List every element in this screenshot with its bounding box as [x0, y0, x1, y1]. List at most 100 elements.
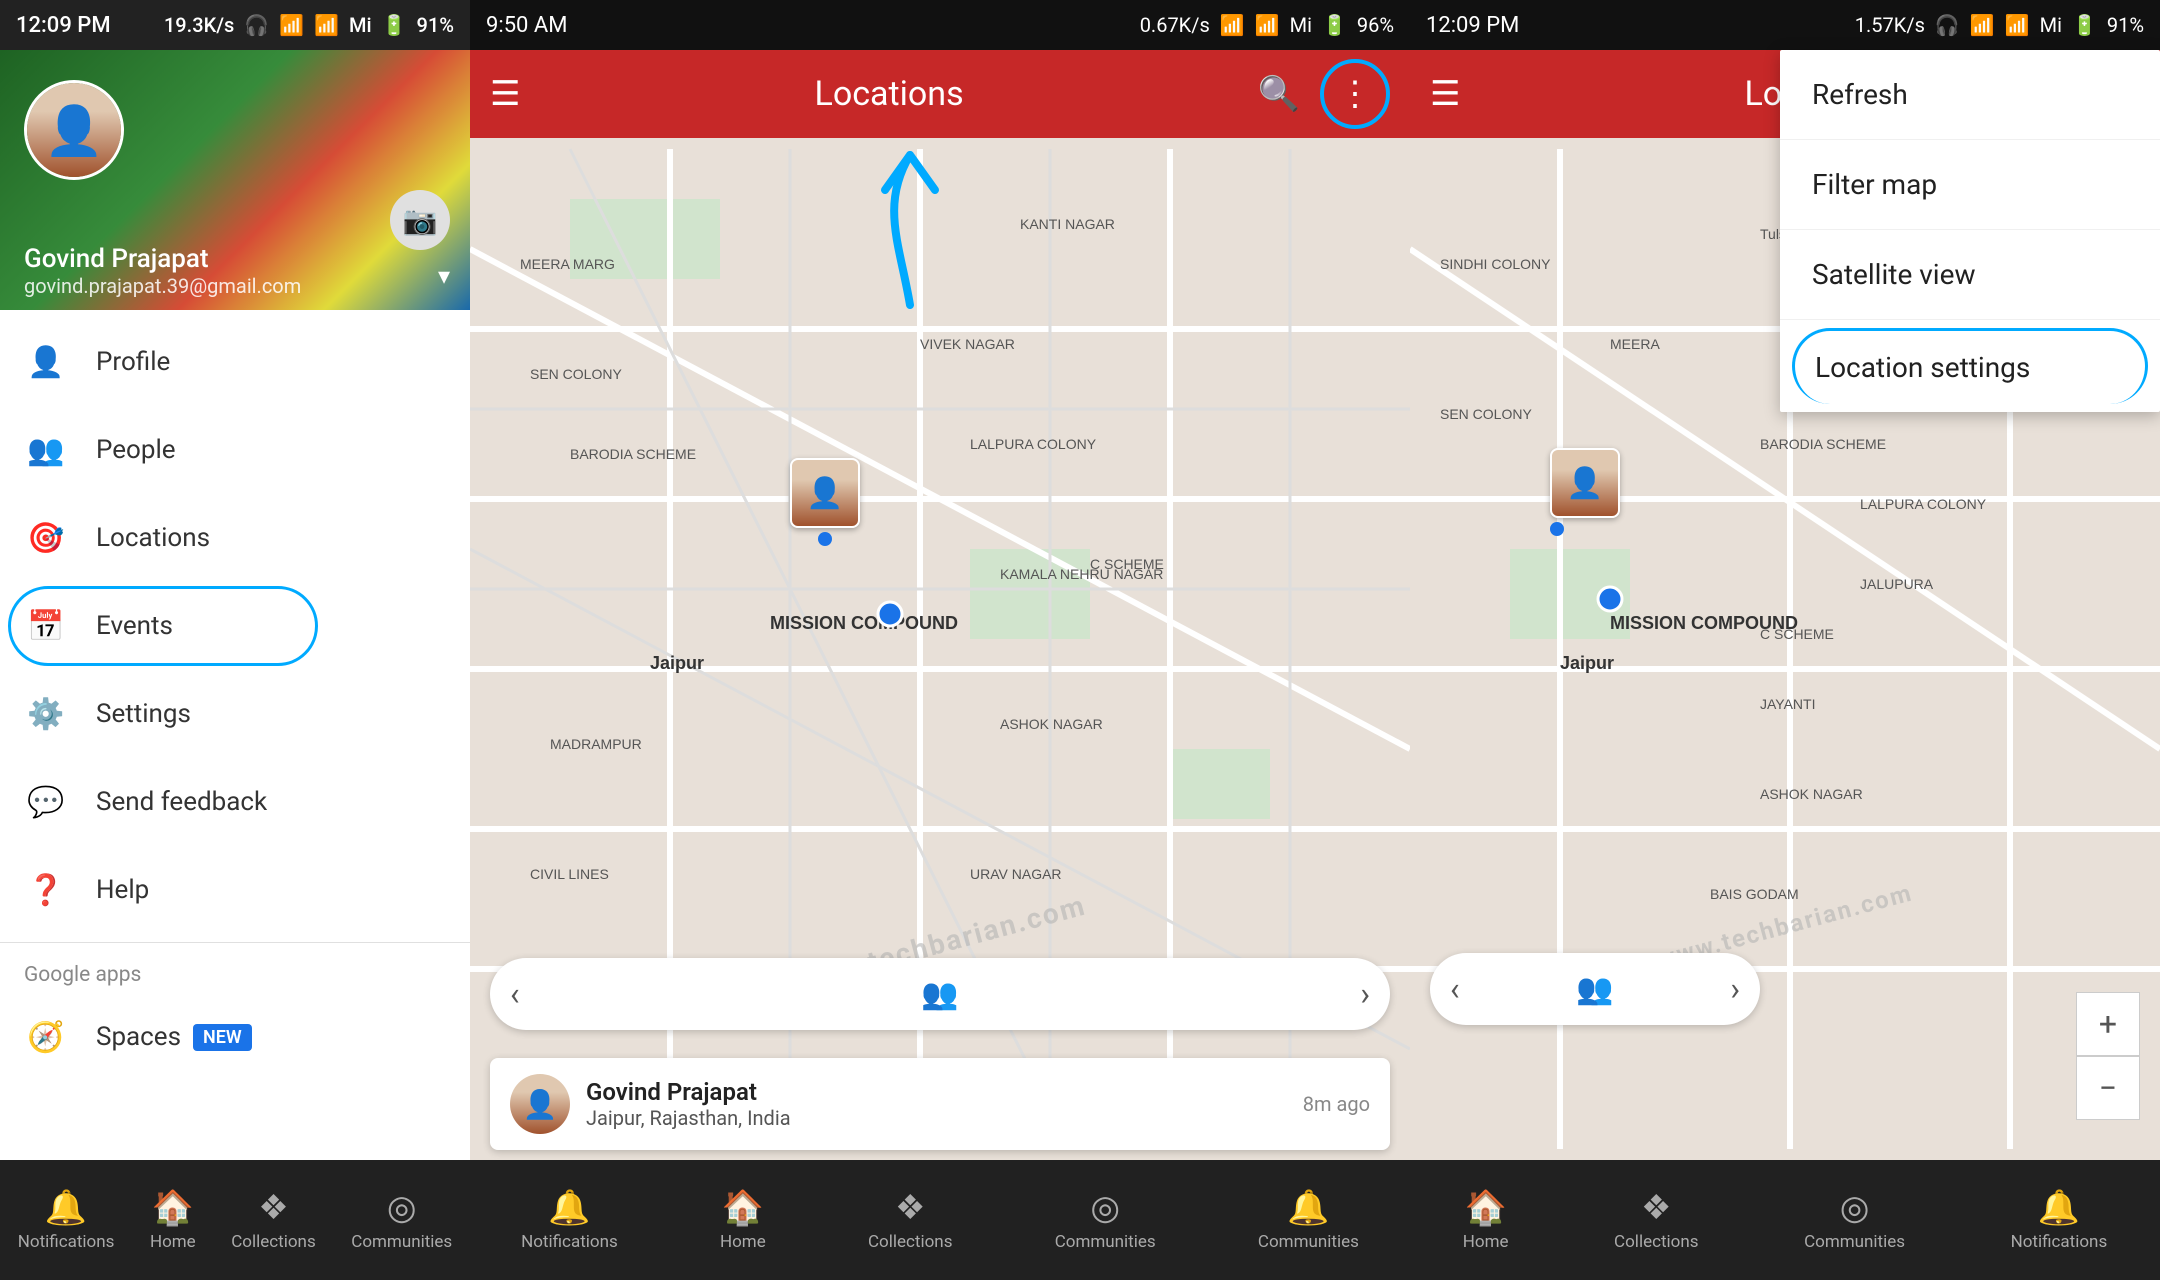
satellite-view-label: Satellite view	[1812, 258, 1976, 291]
sidebar-item-feedback[interactable]: 💬 Send feedback	[0, 758, 470, 846]
home-icon: 🏠	[152, 1188, 194, 1228]
signal-icon4: 📶	[2005, 13, 2030, 37]
map-bottom-nav-collections[interactable]: ❖ Collections	[868, 1188, 953, 1252]
zoom-out-button[interactable]: −	[2076, 1056, 2140, 1120]
svg-text:MEERA MARG: MEERA MARG	[520, 256, 615, 272]
map-bottom-nav-communities[interactable]: ◎ Communities	[1055, 1188, 1156, 1252]
svg-text:SINDHI COLONY: SINDHI COLONY	[1440, 256, 1551, 272]
map-status-right: 0.67K/s 📶 📶 Mi 🔋 96%	[1140, 13, 1394, 37]
sidebar-item-label: Events	[96, 611, 173, 641]
map-title: Locations	[540, 74, 1237, 114]
svg-text:MADRAMPUR: MADRAMPUR	[550, 736, 642, 752]
dropdown-item-refresh[interactable]: Refresh	[1780, 50, 2160, 140]
right-bottom-nav-home[interactable]: 🏠 Home	[1463, 1188, 1509, 1252]
map-menu-icon[interactable]: ☰	[490, 74, 520, 114]
dropdown-item-satellite-view[interactable]: Satellite view	[1780, 230, 2160, 320]
avatar-image: 👤	[27, 83, 121, 177]
collections-icon5: ❖	[1641, 1188, 1671, 1228]
refresh-label: Refresh	[1812, 78, 1908, 111]
map-panel: 9:50 AM 0.67K/s 📶 📶 Mi 🔋 96% ☰ Locations…	[470, 0, 1410, 1280]
dropdown-item-location-settings[interactable]: Location settings	[1792, 328, 2148, 404]
drawer-network: 19.3K/s	[164, 13, 234, 37]
map-time: 9:50 AM	[486, 13, 567, 38]
nav-prev-button[interactable]: ‹	[510, 975, 520, 1013]
sidebar-item-settings[interactable]: ⚙️ Settings	[0, 670, 470, 758]
home-icon3: 🏠	[722, 1188, 764, 1228]
right-bottom-nav-collections[interactable]: ❖ Collections	[1614, 1188, 1699, 1252]
bell-icon3: 🔔	[548, 1188, 590, 1228]
nav-next-button[interactable]: ›	[1360, 975, 1370, 1013]
right-time: 12:09 PM	[1426, 13, 1519, 38]
user-card-location: Jaipur, Rajasthan, India	[586, 1106, 1287, 1130]
right-battery: 91%	[2107, 13, 2144, 37]
bottom-nav-collections[interactable]: ❖ Collections	[231, 1188, 316, 1252]
dropdown-item-filter-map[interactable]: Filter map	[1780, 140, 2160, 230]
avatar: 👤	[24, 80, 124, 180]
map-bottom-nav-notifications[interactable]: 🔔 Notifications	[521, 1188, 618, 1252]
communities-icon: ◎	[387, 1188, 417, 1228]
drawer-carrier: Mi	[349, 13, 372, 37]
map-network: 0.67K/s	[1140, 13, 1210, 37]
google-apps-section: Google apps	[0, 951, 470, 993]
headphone-icon: 🎧	[244, 13, 269, 37]
bottom-nav-notifications[interactable]: 🔔 Notifications	[18, 1188, 115, 1252]
bottom-nav-label: Notifications	[18, 1232, 115, 1252]
svg-text:Jaipur: Jaipur	[650, 653, 704, 673]
map-status-bar: 9:50 AM 0.67K/s 📶 📶 Mi 🔋 96%	[470, 0, 1410, 50]
zoom-in-button[interactable]: +	[2076, 992, 2140, 1056]
sidebar-item-label: People	[96, 435, 176, 465]
bottom-nav-home[interactable]: 🏠 Home	[150, 1188, 196, 1252]
map-more-button[interactable]: ⋮	[1320, 59, 1390, 129]
user-card-time: 8m ago	[1303, 1092, 1370, 1116]
right-bottom-nav-communities[interactable]: ◎ Communities	[1804, 1188, 1905, 1252]
sidebar-item-locations[interactable]: 🎯 Locations	[0, 494, 470, 582]
sidebar-item-profile[interactable]: 👤 Profile	[0, 318, 470, 406]
map-carrier: Mi	[1290, 13, 1312, 37]
svg-text:CIVIL LINES: CIVIL LINES	[530, 866, 609, 882]
account-dropdown-arrow[interactable]: ▾	[438, 262, 450, 290]
svg-text:JALUPURA: JALUPURA	[1860, 576, 1934, 592]
location-settings-label: Location settings	[1815, 351, 2030, 384]
right-menu-icon[interactable]: ☰	[1430, 74, 1460, 114]
svg-text:KAMALA NEHRU NAGAR: KAMALA NEHRU NAGAR	[1000, 566, 1163, 582]
right-bottom-nav: 🏠 Home ❖ Collections ◎ Communities 🔔 Not…	[1410, 1160, 2160, 1280]
svg-text:BARODIA SCHEME: BARODIA SCHEME	[570, 446, 696, 462]
nav-contacts-icon[interactable]: 👥	[921, 977, 958, 1012]
filter-map-label: Filter map	[1812, 168, 1937, 201]
right-carrier: Mi	[2040, 13, 2062, 37]
bottom-nav-label: Home	[150, 1232, 196, 1252]
sidebar-item-events[interactable]: 📅 Events	[0, 582, 470, 670]
sidebar-item-spaces[interactable]: 🧭 Spaces NEW	[0, 993, 470, 1081]
camera-button[interactable]: 📷	[390, 190, 450, 250]
people-icon: 👥	[24, 428, 68, 472]
more-dots-icon: ⋮	[1338, 74, 1372, 114]
communities-icon5: ◎	[1840, 1188, 1870, 1228]
right-bottom-nav-notifications[interactable]: 🔔 Notifications	[2011, 1188, 2108, 1252]
bottom-nav-communities[interactable]: ◎ Communities	[351, 1188, 452, 1252]
drawer-status-bar: 12:09 PM 19.3K/s 🎧 📶 📶 Mi 🔋 91%	[0, 0, 470, 50]
svg-text:JAYANTI: JAYANTI	[1760, 696, 1816, 712]
svg-text:ASHOK NAGAR: ASHOK NAGAR	[1760, 786, 1863, 802]
right-nav-prev[interactable]: ‹	[1450, 970, 1460, 1008]
right-panel: 12:09 PM 1.57K/s 🎧 📶 📶 Mi 🔋 91% ☰ Locati…	[1410, 0, 2160, 1280]
bell-icon4: 🔔	[1287, 1188, 1329, 1228]
svg-text:Jaipur: Jaipur	[1560, 653, 1614, 673]
account-name: Govind Prajapat	[24, 244, 301, 274]
signal-icon2: 📶	[1255, 13, 1280, 37]
map-search-icon[interactable]: 🔍	[1258, 74, 1300, 114]
dropdown-menu: Refresh Filter map Satellite view Locati…	[1780, 50, 2160, 412]
user-card-name: Govind Prajapat	[586, 1078, 1287, 1106]
map-nav-card[interactable]: ‹ 👥 ›	[490, 958, 1390, 1030]
map-bottom-nav-notifications2[interactable]: 🔔 Communities	[1258, 1188, 1359, 1252]
map-bottom-nav-home[interactable]: 🏠 Home	[720, 1188, 766, 1252]
right-nav-card[interactable]: ‹ 👥 ›	[1430, 953, 1760, 1025]
svg-text:SEN COLONY: SEN COLONY	[1440, 406, 1532, 422]
sidebar-item-help[interactable]: ❓ Help	[0, 846, 470, 934]
sidebar-item-people[interactable]: 👥 People	[0, 406, 470, 494]
bell-icon5: 🔔	[2038, 1188, 2080, 1228]
collections-icon3: ❖	[895, 1188, 925, 1228]
help-icon: ❓	[24, 868, 68, 912]
right-nav-contacts[interactable]: 👥	[1576, 972, 1613, 1007]
svg-text:LALPURA COLONY: LALPURA COLONY	[970, 436, 1097, 452]
right-nav-next[interactable]: ›	[1730, 970, 1740, 1008]
